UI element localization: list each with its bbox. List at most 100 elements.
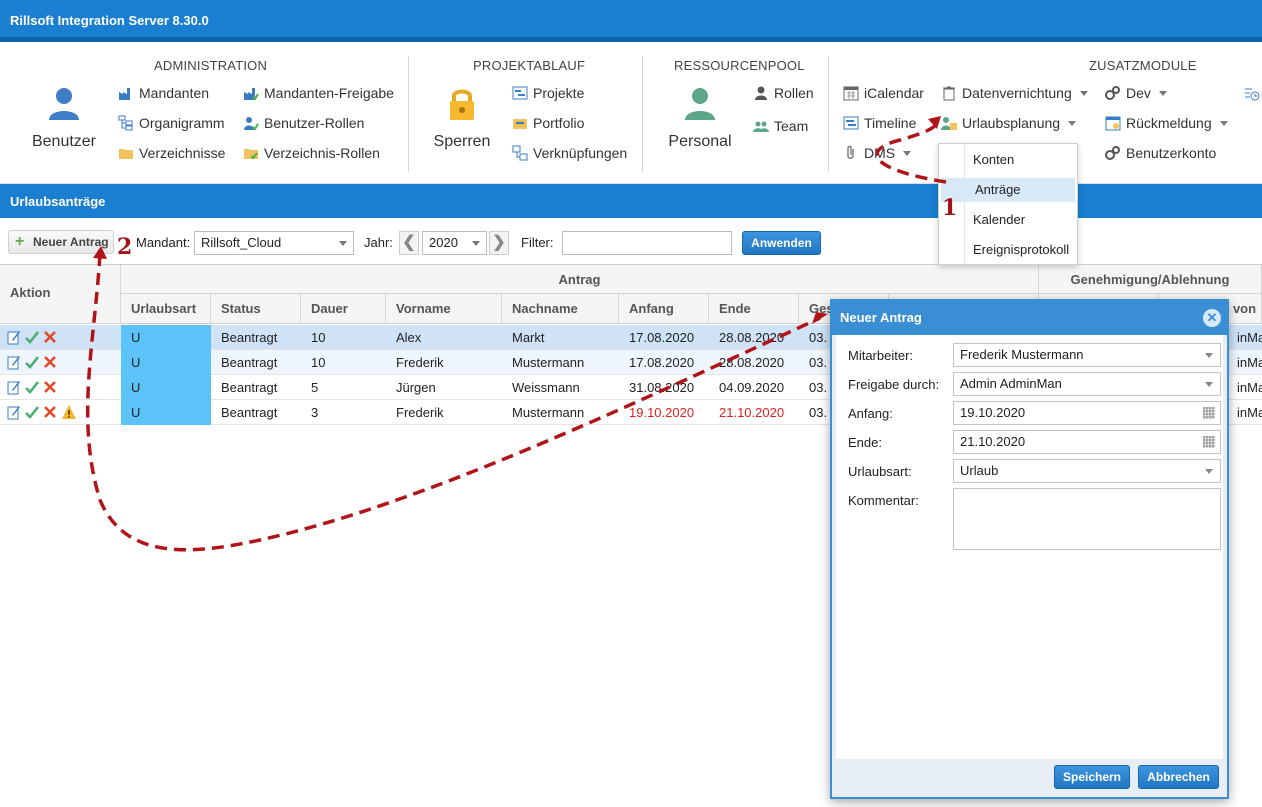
sperren-button[interactable]: Sperren bbox=[426, 86, 498, 151]
cell-ges: 03. bbox=[809, 355, 828, 370]
close-icon[interactable]: ✕ bbox=[1203, 309, 1221, 327]
approve-icon[interactable] bbox=[25, 379, 40, 395]
approve-icon[interactable] bbox=[25, 329, 40, 345]
cell-ges: 03. bbox=[809, 330, 828, 345]
cancel-button[interactable]: Abbrechen bbox=[1138, 765, 1219, 789]
reject-icon[interactable] bbox=[43, 354, 57, 370]
ribbon-item-benutzerkonto[interactable]: Benutzerkonto bbox=[1105, 142, 1216, 164]
menu-item-antraege[interactable]: Anträge bbox=[941, 178, 1075, 202]
column-header-urlaubsart[interactable]: Urlaubsart bbox=[121, 294, 211, 324]
dialog-body: Mitarbeiter: Frederik Mustermann Freigab… bbox=[836, 335, 1223, 759]
column-header-vorname[interactable]: Vorname bbox=[386, 294, 502, 324]
ribbon-item-portfolio[interactable]: Portfolio bbox=[512, 112, 584, 134]
annotation-step-1: 1 bbox=[942, 195, 958, 221]
ribbon-item-urlaubsplanung[interactable]: Urlaubsplanung bbox=[941, 112, 1077, 134]
jahr-label: Jahr: bbox=[364, 235, 393, 250]
edit-icon[interactable] bbox=[7, 329, 21, 345]
anfang-date-field[interactable]: 19.10.2020 bbox=[953, 401, 1221, 425]
ribbon-item-dms[interactable]: DMS bbox=[843, 142, 912, 164]
ribbon-item-icalendar[interactable]: iCalendar bbox=[843, 82, 924, 104]
column-header-nachname[interactable]: Nachname bbox=[502, 294, 619, 324]
ribbon-item-team[interactable]: Team bbox=[753, 115, 808, 137]
apply-button[interactable]: Anwenden bbox=[742, 231, 821, 255]
plus-icon: + bbox=[15, 233, 25, 250]
anfang-label: Anfang: bbox=[848, 406, 893, 421]
cell-urlaubsart: U bbox=[121, 350, 211, 375]
chevron-down-icon bbox=[903, 151, 912, 156]
cell-genehmigt-von: inMa bbox=[1237, 380, 1262, 395]
reject-icon[interactable] bbox=[43, 329, 57, 345]
approve-icon[interactable] bbox=[25, 404, 40, 420]
kommentar-label: Kommentar: bbox=[848, 493, 919, 508]
folder-check-icon bbox=[244, 149, 258, 160]
ribbon-item-rueckmeldung[interactable]: Rückmeldung bbox=[1105, 112, 1228, 134]
row-actions bbox=[7, 329, 61, 347]
cell-urlaubsart: U bbox=[121, 325, 211, 350]
menu-item-ereignisprotokoll[interactable]: Ereignisprotokoll bbox=[939, 238, 1077, 262]
sperren-label: Sperren bbox=[433, 133, 491, 150]
urlaubsart-select[interactable]: Urlaub bbox=[953, 459, 1221, 483]
menu-item-kalender[interactable]: Kalender bbox=[939, 208, 1077, 232]
cell-ende: 28.08.2020 bbox=[719, 355, 785, 370]
ribbon-item-verzeichnis-rollen[interactable]: Verzeichnis-Rollen bbox=[243, 142, 380, 164]
edit-icon[interactable] bbox=[7, 404, 21, 420]
group-header-antrag: Antrag bbox=[121, 265, 1039, 294]
ribbon-item-benutzer-rollen[interactable]: Benutzer-Rollen bbox=[243, 112, 364, 134]
chevron-down-icon bbox=[1219, 121, 1228, 126]
filter-input[interactable] bbox=[562, 231, 732, 255]
personal-button[interactable]: Personal bbox=[662, 86, 738, 151]
reject-icon[interactable] bbox=[43, 379, 57, 395]
next-year-button[interactable]: ❯ bbox=[489, 231, 509, 255]
freigabe-select[interactable]: Admin AdminMan bbox=[953, 372, 1221, 396]
column-header-ende[interactable]: Ende bbox=[709, 294, 799, 324]
dialog-title: Neuer Antrag bbox=[832, 301, 1227, 335]
cell-nachname: Mustermann bbox=[512, 355, 585, 370]
ende-label: Ende: bbox=[848, 435, 882, 450]
ribbon-item-mandanten-freigabe[interactable]: Mandanten-Freigabe bbox=[243, 82, 394, 104]
row-actions bbox=[7, 379, 61, 397]
column-header-dauer[interactable]: Dauer bbox=[301, 294, 386, 324]
cell-vorname: Jürgen bbox=[396, 380, 436, 395]
mitarbeiter-select[interactable]: Frederik Mustermann bbox=[953, 343, 1221, 367]
cell-status: Beantragt bbox=[221, 380, 278, 395]
save-button[interactable]: Speichern bbox=[1054, 765, 1130, 789]
new-request-button[interactable]: + Neuer Antrag bbox=[8, 230, 114, 254]
year-select[interactable]: 2020 bbox=[422, 231, 487, 255]
approve-icon[interactable] bbox=[25, 354, 40, 370]
urlaubsart-label: Urlaubsart: bbox=[848, 464, 912, 479]
menu-item-konten[interactable]: Konten bbox=[939, 148, 1077, 172]
column-header-anfang[interactable]: Anfang bbox=[619, 294, 709, 324]
mandant-select[interactable]: Rillsoft_Cloud bbox=[194, 231, 354, 255]
ribbon-item-timeline[interactable]: Timeline bbox=[843, 112, 916, 134]
row-actions bbox=[7, 354, 61, 372]
ribbon-item-projekte[interactable]: Projekte bbox=[512, 82, 584, 104]
ribbon-item-rollen[interactable]: Rollen bbox=[753, 82, 814, 104]
role-icon bbox=[755, 86, 767, 100]
edit-icon[interactable] bbox=[7, 354, 21, 370]
ribbon-separator bbox=[408, 56, 409, 172]
edit-icon[interactable] bbox=[7, 379, 21, 395]
benutzer-button[interactable]: Benutzer bbox=[28, 86, 100, 151]
reject-icon[interactable] bbox=[43, 404, 57, 420]
cell-anfang: 31.08.2020 bbox=[629, 380, 695, 395]
kommentar-textarea[interactable] bbox=[953, 488, 1221, 550]
ribbon-item-organigramm[interactable]: Organigramm bbox=[118, 112, 225, 134]
ende-date-field[interactable]: 21.10.2020 bbox=[953, 430, 1221, 454]
lock-icon bbox=[450, 89, 474, 120]
chevron-down-icon bbox=[1205, 382, 1213, 387]
mitarbeiter-label: Mitarbeiter: bbox=[848, 348, 914, 363]
cell-urlaubsart: U bbox=[121, 400, 211, 425]
calendar-grid-icon[interactable] bbox=[1202, 435, 1216, 449]
ribbon-item-verzeichnisse[interactable]: Verzeichnisse bbox=[118, 142, 225, 164]
ribbon-separator bbox=[642, 56, 643, 172]
column-header-status[interactable]: Status bbox=[211, 294, 301, 324]
ribbon-item-datenvernichtung[interactable]: Datenvernichtung bbox=[941, 82, 1088, 104]
ribbon-item-verknuepfungen[interactable]: Verknüpfungen bbox=[512, 142, 627, 164]
app-titlebar: Rillsoft Integration Server 8.30.0 bbox=[0, 0, 1262, 42]
clock-list-icon[interactable] bbox=[1244, 86, 1260, 102]
ribbon-item-mandanten[interactable]: Mandanten bbox=[118, 82, 209, 104]
calendar-grid-icon[interactable] bbox=[1202, 406, 1216, 420]
ribbon-item-dev[interactable]: Dev bbox=[1105, 82, 1167, 104]
prev-year-button[interactable]: ❮ bbox=[399, 231, 419, 255]
chevron-down-icon bbox=[1158, 91, 1167, 96]
